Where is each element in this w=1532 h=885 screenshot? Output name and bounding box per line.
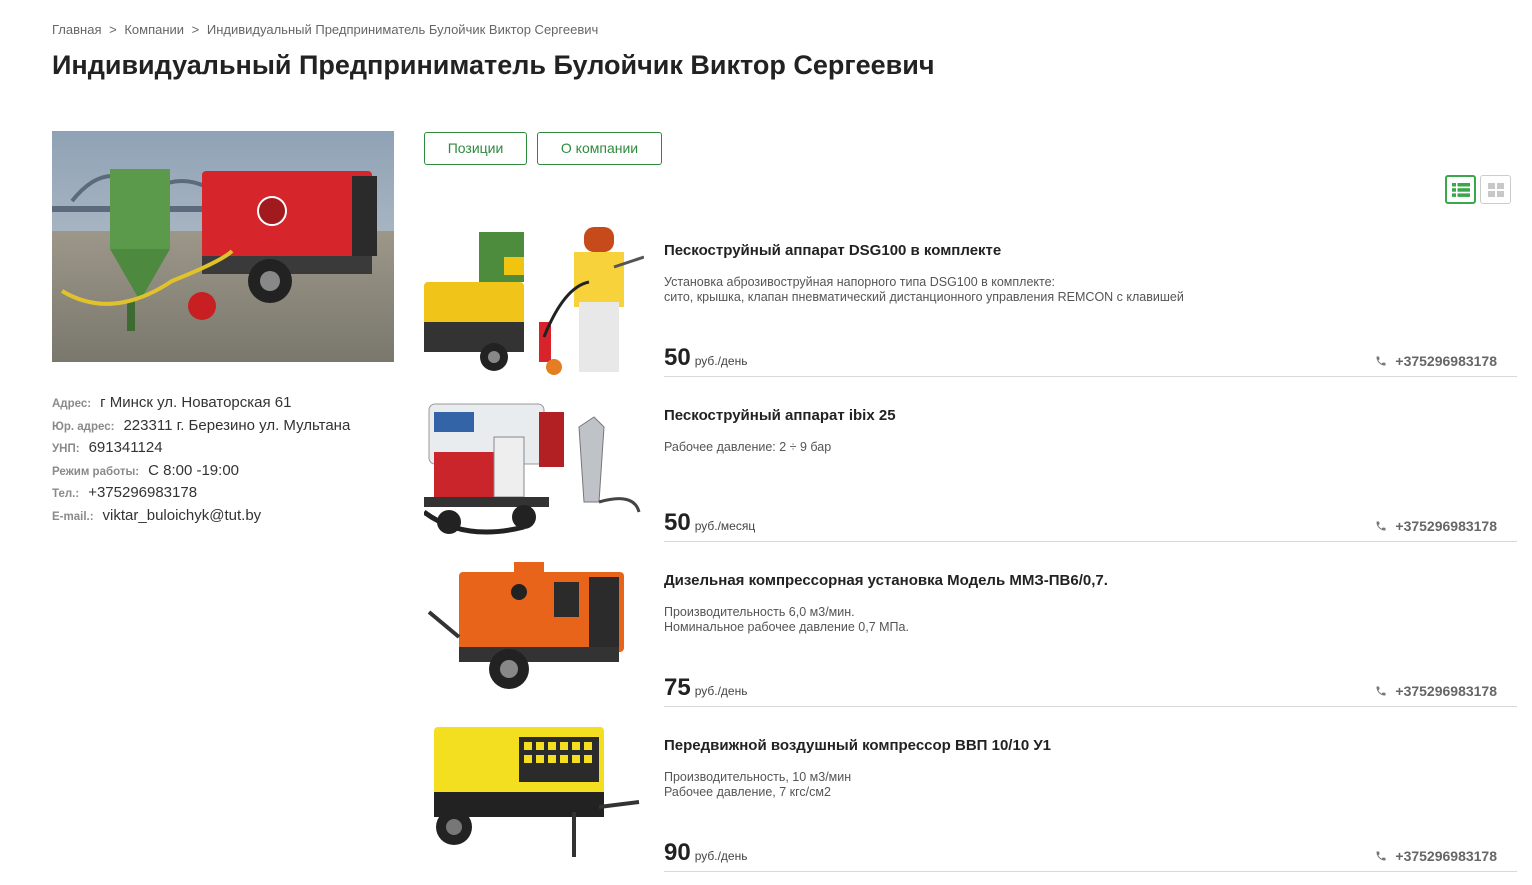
address-row: Адрес: г Минск ул. Новаторская 61 — [52, 394, 402, 417]
product-title[interactable]: Пескоструйный аппарат DSG100 в комплекте — [664, 242, 1001, 259]
product-phone[interactable]: +375296983178 — [1375, 683, 1497, 699]
list-view-button[interactable] — [1445, 175, 1476, 204]
price-value: 50 — [664, 344, 691, 371]
phone-number: +375296983178 — [1395, 848, 1497, 864]
product-image[interactable] — [424, 227, 644, 377]
address-label: Адрес: — [52, 398, 92, 410]
phone-number: +375296983178 — [1395, 683, 1497, 699]
ibix-sandblaster-image — [424, 392, 644, 542]
product-body: Передвижной воздушный компрессор ВВП 10/… — [664, 722, 1517, 872]
email-row: E-mail.: viktar_buloichyk@tut.by — [52, 507, 402, 530]
product-description-line: Рабочее давление, 7 кгс/см2 — [664, 785, 831, 799]
legal-address-row: Юр. адрес: 223311 г. Березино ул. Мульта… — [52, 417, 402, 440]
address-value: г Минск ул. Новаторская 61 — [100, 394, 292, 411]
breadcrumb-home-link[interactable]: Главная — [52, 22, 101, 37]
product-image[interactable] — [424, 557, 644, 707]
product-price: 90 руб./день — [664, 839, 747, 867]
unp-row: УНП: 691341124 — [52, 439, 402, 462]
phone-label: Тел.: — [52, 488, 80, 501]
tab-about-company[interactable]: О компании — [537, 132, 662, 165]
price-unit: руб./день — [694, 849, 748, 863]
product-description-line: Рабочее давление: 2 ÷ 9 бар — [664, 440, 832, 454]
legal-address-label: Юр. адрес: — [52, 420, 115, 433]
phone-icon — [1376, 686, 1386, 696]
breadcrumb-separator: > — [109, 22, 117, 37]
phone-value[interactable]: +375296983178 — [88, 484, 197, 501]
product-description: Установка аброзивоструйная напорного тип… — [664, 275, 1184, 305]
hours-value: С 8:00 -19:00 — [148, 461, 240, 479]
unp-label: УНП: — [52, 443, 80, 456]
breadcrumb-companies-link[interactable]: Компании — [124, 22, 184, 37]
view-toggle — [1445, 175, 1511, 204]
product-image[interactable] — [424, 392, 644, 542]
phone-icon — [1376, 851, 1386, 861]
company-tabs: Позиции О компании — [424, 132, 662, 165]
hours-row: Режим работы: С 8:00 -19:00 — [52, 462, 402, 485]
product-price: 50 руб./месяц — [664, 509, 755, 537]
price-value: 75 — [664, 674, 691, 701]
hours-label: Режим работы: — [52, 465, 140, 478]
phone-number: +375296983178 — [1395, 353, 1497, 369]
price-value: 50 — [664, 509, 691, 536]
price-value: 90 — [664, 839, 691, 866]
email-value[interactable]: viktar_buloichyk@tut.by — [103, 507, 262, 524]
price-unit: руб./день — [694, 354, 748, 368]
mobile-air-compressor-image — [424, 722, 644, 872]
product-description-line: Производительность, 10 м3/мин — [664, 770, 852, 784]
product-phone[interactable]: +375296983178 — [1375, 518, 1497, 534]
product-phone[interactable]: +375296983178 — [1375, 353, 1497, 369]
breadcrumb: Главная > Компании > Индивидуальный Пред… — [52, 22, 598, 37]
product-body: Пескоструйный аппарат DSG100 в комплекте… — [664, 227, 1517, 377]
product-price: 75 руб./день — [664, 674, 747, 702]
legal-address-value: 223311 г. Березино ул. Мультана — [123, 416, 351, 434]
list-view-icon — [1451, 182, 1470, 197]
phone-icon — [1376, 521, 1386, 531]
product-description-line: Производительность 6,0 м3/мин. — [664, 605, 855, 619]
product-item[interactable]: Пескоструйный аппарат DSG100 в комплекте… — [424, 227, 1517, 392]
company-photo-illustration — [52, 131, 394, 362]
product-image[interactable] — [424, 722, 644, 872]
product-description-line: сито, крышка, клапан пневматический дист… — [664, 290, 1184, 304]
product-price: 50 руб./день — [664, 344, 747, 372]
product-item[interactable]: Пескоструйный аппарат ibix 25 Рабочее да… — [424, 392, 1517, 557]
page-title: Индивидуальный Предприниматель Булойчик … — [52, 50, 935, 80]
price-unit: руб./месяц — [694, 519, 756, 533]
unp-value: 691341124 — [88, 439, 163, 457]
product-description: Производительность 6,0 м3/мин. Номинальн… — [664, 605, 909, 635]
product-phone[interactable]: +375296983178 — [1375, 848, 1497, 864]
breadcrumb-separator: > — [191, 22, 200, 37]
diesel-compressor-image — [424, 557, 644, 707]
product-description: Рабочее давление: 2 ÷ 9 бар — [664, 440, 831, 455]
product-item[interactable]: Передвижной воздушный компрессор ВВП 10/… — [424, 722, 1517, 885]
product-body: Дизельная компрессорная установка Модель… — [664, 557, 1517, 707]
product-title[interactable]: Пескоструйный аппарат ibix 25 — [664, 407, 896, 424]
product-description-line: Установка аброзивоструйная напорного тип… — [664, 275, 1056, 289]
breadcrumb-current: Индивидуальный Предприниматель Булойчик … — [206, 22, 599, 37]
email-label: E-mail.: — [52, 510, 94, 523]
product-description: Производительность, 10 м3/мин Рабочее да… — [664, 770, 851, 800]
product-title[interactable]: Дизельная компрессорная установка Модель… — [664, 572, 1108, 589]
company-photo — [52, 131, 394, 362]
grid-view-icon — [1487, 182, 1504, 197]
product-description-line: Номинальное рабочее давление 0,7 МПа. — [664, 620, 909, 634]
grid-view-button[interactable] — [1480, 175, 1511, 204]
price-unit: руб./день — [694, 684, 748, 698]
sandblaster-kit-image — [424, 227, 644, 377]
product-body: Пескоструйный аппарат ibix 25 Рабочее да… — [664, 392, 1517, 542]
phone-number: +375296983178 — [1395, 518, 1497, 534]
company-info: Адрес: г Минск ул. Новаторская 61 Юр. ад… — [52, 394, 402, 530]
phone-row: Тел.: +375296983178 — [52, 484, 402, 507]
tab-positions[interactable]: Позиции — [424, 132, 527, 165]
phone-icon — [1376, 356, 1386, 366]
product-title[interactable]: Передвижной воздушный компрессор ВВП 10/… — [664, 737, 1051, 754]
product-item[interactable]: Дизельная компрессорная установка Модель… — [424, 557, 1517, 722]
